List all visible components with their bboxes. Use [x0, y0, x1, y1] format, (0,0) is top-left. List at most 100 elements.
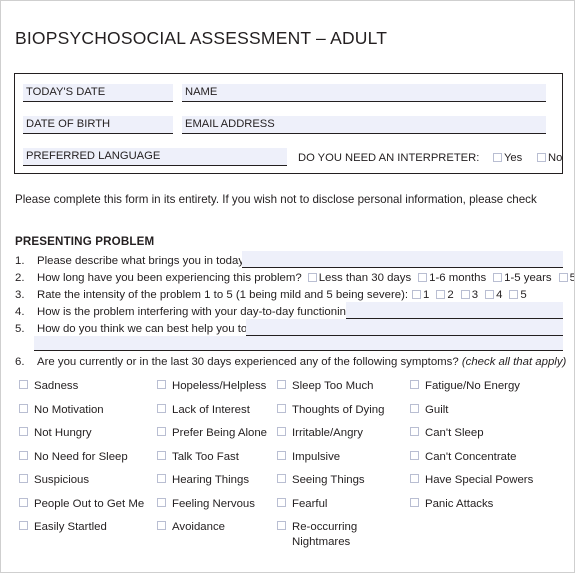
- question-5-answer-line[interactable]: [246, 319, 563, 336]
- question-1-answer-line[interactable]: [242, 251, 563, 268]
- symptom-item[interactable]: No Motivation: [19, 403, 104, 418]
- q2-option-3[interactable]: 5+: [558, 270, 574, 286]
- interpreter-label: DO YOU NEED AN INTERPRETER:: [298, 152, 480, 164]
- checkbox-icon[interactable]: [418, 273, 428, 282]
- symptom-item[interactable]: Hearing Things: [157, 473, 249, 488]
- symptom-label: Feeling Nervous: [172, 497, 255, 510]
- symptom-label: Can't Concentrate: [425, 450, 517, 463]
- q3-option-1[interactable]: 2: [436, 287, 454, 303]
- checkbox-icon[interactable]: [410, 450, 419, 460]
- checkbox-icon[interactable]: [19, 427, 28, 436]
- identity-row-1: TODAY'S DATE NAME: [15, 80, 562, 110]
- symptom-label: Irritable/Angry: [292, 427, 363, 439]
- symptom-item[interactable]: Feeling Nervous: [157, 497, 255, 512]
- checkbox-icon[interactable]: [277, 497, 286, 507]
- checkbox-icon[interactable]: [410, 474, 419, 483]
- symptom-item[interactable]: Lack of Interest: [157, 403, 250, 418]
- checkbox-icon[interactable]: [277, 427, 286, 436]
- preferred-language-label: PREFERRED LANGUAGE: [26, 150, 161, 162]
- checkbox-icon[interactable]: [19, 380, 28, 389]
- q2-option-1[interactable]: 1-6 months: [418, 270, 486, 286]
- symptom-item[interactable]: Can't Concentrate: [410, 450, 516, 465]
- q3-option-0[interactable]: 1: [412, 287, 429, 303]
- q2-option-0[interactable]: Less than 30 days: [307, 270, 412, 286]
- question-4-answer-line[interactable]: [346, 302, 563, 319]
- q2-option-2[interactable]: 1-5 years: [493, 270, 552, 286]
- symptom-item[interactable]: Prefer Being Alone: [157, 426, 267, 441]
- email-address-label: EMAIL ADDRESS: [185, 118, 275, 130]
- preferred-language-field[interactable]: PREFERRED LANGUAGE: [23, 148, 287, 166]
- question-5-continuation-line[interactable]: [34, 336, 563, 351]
- symptom-item[interactable]: Thoughts of Dying: [277, 403, 384, 418]
- checkbox-icon[interactable]: [558, 273, 568, 282]
- symptom-label: Guilt: [425, 403, 449, 416]
- q3-option-4[interactable]: 5: [509, 287, 527, 303]
- question-2: 2. How long have you been experiencing th…: [15, 270, 574, 286]
- symptom-item[interactable]: Fearful: [277, 497, 327, 512]
- name-field[interactable]: NAME: [182, 84, 546, 102]
- checkbox-icon[interactable]: [410, 403, 419, 413]
- checkbox-icon[interactable]: [277, 450, 286, 460]
- checkbox-icon[interactable]: [412, 290, 422, 299]
- checkbox-icon[interactable]: [277, 403, 286, 413]
- symptom-item[interactable]: Panic Attacks: [410, 497, 493, 512]
- symptom-item[interactable]: Avoidance: [157, 520, 225, 535]
- checkbox-icon[interactable]: [485, 290, 495, 299]
- checkbox-icon[interactable]: [19, 403, 28, 413]
- symptom-item[interactable]: Sleep Too Much: [277, 379, 373, 394]
- checkbox-icon[interactable]: [509, 290, 519, 299]
- checkbox-icon[interactable]: [493, 273, 503, 282]
- checkbox-icon[interactable]: [460, 290, 470, 299]
- symptom-label: Sleep Too Much: [292, 380, 374, 392]
- checkbox-icon[interactable]: [307, 273, 317, 282]
- checkbox-icon[interactable]: [157, 403, 166, 413]
- symptom-item[interactable]: Can't Sleep: [410, 426, 484, 441]
- question-3-text: Rate the intensity of the problem 1 to 5…: [37, 289, 409, 301]
- checkbox-icon[interactable]: [277, 380, 286, 389]
- symptom-item[interactable]: Guilt: [410, 403, 448, 418]
- checkbox-icon[interactable]: [157, 427, 166, 436]
- checkbox-icon[interactable]: [410, 427, 419, 436]
- symptom-item[interactable]: Suspicious: [19, 473, 89, 488]
- checkbox-icon[interactable]: [19, 521, 28, 530]
- checkbox-icon[interactable]: [157, 474, 166, 483]
- q3-option-2[interactable]: 3: [460, 287, 478, 303]
- symptom-item[interactable]: Sadness: [19, 379, 78, 394]
- symptom-item[interactable]: Seeing Things: [277, 473, 365, 488]
- q2-option-0-label: Less than 30 days: [318, 272, 412, 284]
- checkbox-icon[interactable]: [493, 153, 502, 162]
- checkbox-icon[interactable]: [19, 497, 28, 507]
- checkbox-icon[interactable]: [157, 450, 166, 460]
- symptom-item[interactable]: People Out to Get Me: [19, 497, 144, 512]
- symptom-item[interactable]: Not Hungry: [19, 426, 92, 441]
- interpreter-no-option[interactable]: No: [537, 151, 562, 166]
- checkbox-icon[interactable]: [157, 380, 166, 389]
- q3-option-3[interactable]: 4: [485, 287, 502, 303]
- symptom-item[interactable]: Fatigue/No Energy: [410, 379, 520, 394]
- symptom-label: Prefer Being Alone: [172, 427, 267, 439]
- checkbox-icon[interactable]: [19, 450, 28, 460]
- symptom-item[interactable]: Easily Startled: [19, 520, 107, 535]
- date-of-birth-field[interactable]: DATE OF BIRTH: [23, 116, 173, 134]
- symptom-item[interactable]: No Need for Sleep: [19, 450, 128, 465]
- symptom-item[interactable]: Hopeless/Helpless: [157, 379, 266, 394]
- symptom-item[interactable]: Impulsive: [277, 450, 340, 465]
- checkbox-icon[interactable]: [157, 497, 166, 507]
- checkbox-icon[interactable]: [537, 153, 546, 162]
- symptom-item[interactable]: Have Special Powers: [410, 473, 533, 488]
- checkbox-icon[interactable]: [277, 474, 286, 483]
- checkbox-icon[interactable]: [277, 521, 286, 530]
- form-page: BIOPSYCHOSOCIAL ASSESSMENT – ADULT TODAY…: [0, 0, 575, 573]
- interpreter-yes-option[interactable]: Yes: [493, 151, 522, 166]
- checkbox-icon[interactable]: [410, 497, 419, 507]
- symptom-item-nightmares[interactable]: Re-occurring Nightmares: [277, 520, 357, 550]
- checkbox-icon[interactable]: [19, 474, 28, 483]
- checkbox-icon[interactable]: [410, 380, 419, 389]
- question-1-text: Please describe what brings you in today…: [37, 255, 251, 267]
- checkbox-icon[interactable]: [157, 521, 166, 530]
- email-address-field[interactable]: EMAIL ADDRESS: [182, 116, 546, 134]
- checkbox-icon[interactable]: [436, 290, 446, 299]
- symptom-item[interactable]: Irritable/Angry: [277, 426, 363, 441]
- symptom-item[interactable]: Talk Too Fast: [157, 450, 239, 465]
- todays-date-field[interactable]: TODAY'S DATE: [23, 84, 173, 102]
